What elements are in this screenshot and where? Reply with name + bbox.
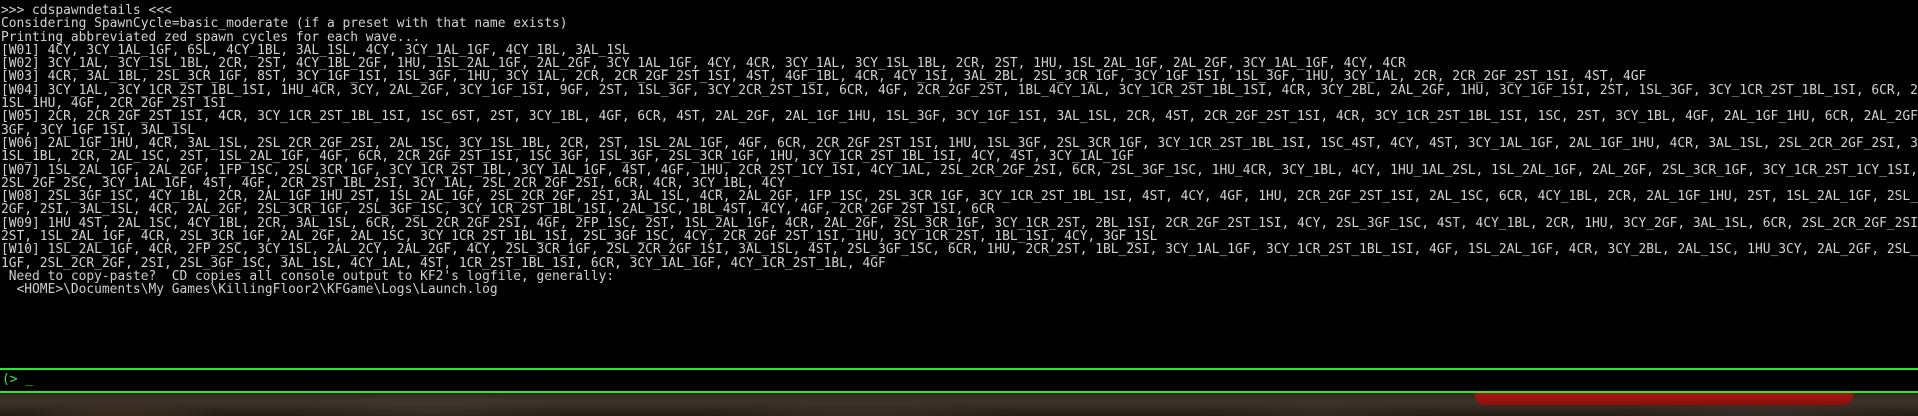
- console-line-wave-03: [W03] 4CR, 3AL_1BL, 2SL_3CR_1GF, 8ST, 3C…: [1, 70, 1647, 84]
- console-line-wave-08: [W08] 2SL_3GF_1SC, 4CY_1BL, 2CR, 2AL_1GF…: [1, 190, 1918, 204]
- console-line-spawncycle: Considering SpawnCycle=basic_moderate (i…: [1, 17, 568, 31]
- console-output-log: >>> cdspawndetails <<< Considering Spawn…: [0, 0, 1918, 368]
- console-line-wave-01: [W01] 4CY, 3CY_1AL_1GF, 6SL, 4CY_1BL, 3A…: [1, 43, 630, 58]
- console-line-wave-09: [W09] 1HU_4ST, 2AL_1SC, 4CY_1BL, 2CR, 3A…: [1, 216, 1918, 231]
- console-line-wave-07: [W07] 1SL_2AL_1GF, 2AL_2GF, 1FP_1SC, 2SL…: [1, 163, 1918, 177]
- console-prompt-glyph[interactable]: (> _: [2, 373, 33, 387]
- console-line-printing: Printing abbreviated zed spawn cycles fo…: [1, 30, 421, 44]
- console-line-wave-05-cont: 3GF, 3CY_1GF_1SI, 3AL_1SL: [1, 123, 196, 137]
- console-line-wave-08-cont: 2GF, 2SI, 3AL_1SL, 4CR, 2AL_2GF, 2SL_3CR…: [1, 203, 995, 217]
- console-line-wave-07-cont: 2SL_2GF_2SC, 3CY_1AL_1GF, 4ST, 4GF, 2CR_…: [1, 176, 785, 191]
- console-line-wave-10-cont: 1GF, 2SL_2CR_2GF, 2SI, 2SL_3GF_1SC, 3AL_…: [1, 256, 886, 270]
- console-line-wave-09-cont: 2ST, 1SL_2AL_1GF, 4CR, 2SL_3CR_1GF, 2AL_…: [1, 230, 1158, 244]
- console-line-logfile-path: <HOME>\Documents\My Games\KillingFloor2\…: [1, 283, 498, 297]
- console-input[interactable]: (> _: [0, 370, 1918, 391]
- hud-red-panel: [1475, 393, 1853, 405]
- console-line-wave-04-cont: 1SL_1HU, 4GF, 2CR_2GF_2ST_1SI: [1, 97, 227, 111]
- console-line-command-echo: >>> cdspawndetails <<<: [1, 4, 172, 18]
- console-line-wave-02: [W02] 3CY_1AL, 3CY_1SL_1BL, 2CR, 2ST, 4C…: [1, 57, 1406, 71]
- console-line-copy-paste-hint: Need to copy-paste? CD copies all consol…: [1, 269, 615, 284]
- console-line-wave-10: [W10] 1SL_2AL_1GF, 4CR, 2FP_2SC, 3CY_1SL…: [1, 243, 1918, 257]
- console-line-wave-06: [W06] 2AL_1GF_1HU, 4CR, 3AL_1SL, 2SL_2CR…: [1, 136, 1918, 151]
- game-console: >>> cdspawndetails <<< Considering Spawn…: [0, 0, 1918, 416]
- console-line-wave-05: [W05] 2CR, 2CR_2GF_2ST_1SI, 4CR, 3CY_1CR…: [1, 110, 1918, 124]
- console-line-wave-06-cont: 1SL_1BL, 2CR, 2AL_1SC, 2ST, 1SL_2AL_1GF,…: [1, 150, 1135, 164]
- console-line-wave-04: [W04] 3CY_1AL, 3CY_1CR_2ST_1BL_1SI, 1HU_…: [1, 83, 1918, 98]
